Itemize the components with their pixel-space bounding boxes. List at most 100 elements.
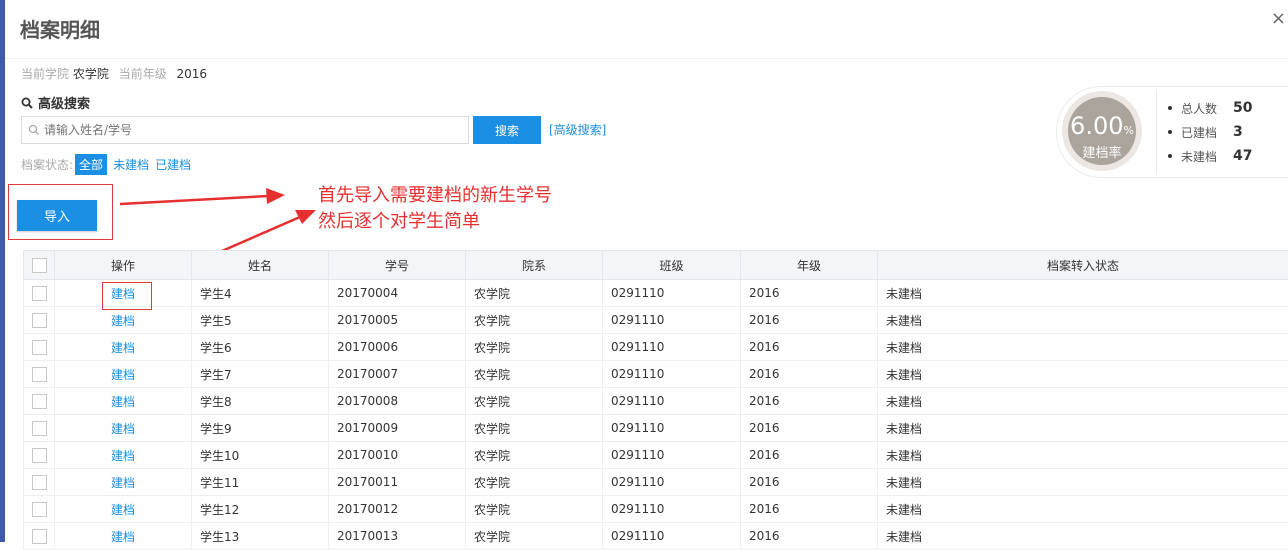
select-all-cell [24,251,55,280]
row-checkbox-cell [24,442,55,469]
stat-total-value: 50 [1233,100,1252,116]
row-checkbox[interactable] [32,286,47,301]
cell-archive-status: 未建档 [878,280,1288,307]
cell-grade: 2016 [741,280,878,307]
cell-archive-status: 未建档 [878,307,1288,334]
stat-unarchived-label: 未建档 [1181,148,1233,165]
annotation-highlight-archive [102,282,152,310]
student-table: 操作 姓名 学号 院系 班级 年级 档案转入状态 建档学生420170004农学… [23,250,1288,550]
column-header-archive-status: 档案转入状态 [878,251,1288,280]
action-cell: 建档 [55,388,192,415]
cell-grade: 2016 [741,334,878,361]
cell-class: 0291110 [603,415,741,442]
stat-archived: 已建档 3 [1168,120,1252,144]
action-cell: 建档 [55,307,192,334]
bullet-dot [1168,106,1172,110]
row-checkbox-cell [24,280,55,307]
annotation-line-1: 首先导入需要建档的新生学号 [318,183,552,209]
table-row: 建档学生1220170012农学院02911102016未建档 [24,496,1288,523]
table-row: 建档学生1120170011农学院02911102016未建档 [24,469,1288,496]
cell-student-id: 20170009 [329,415,466,442]
table-row: 建档学生720170007农学院02911102016未建档 [24,361,1288,388]
cell-department: 农学院 [466,361,603,388]
cell-archive-status: 未建档 [878,334,1288,361]
stats-list: 总人数 50 已建档 3 未建档 47 [1168,96,1252,168]
create-archive-link[interactable]: 建档 [111,422,135,436]
create-archive-link[interactable]: 建档 [111,503,135,517]
stat-total: 总人数 50 [1168,96,1252,120]
row-checkbox[interactable] [32,313,47,328]
row-checkbox[interactable] [32,529,47,544]
cell-class: 0291110 [603,361,741,388]
cell-department: 农学院 [466,307,603,334]
cell-class: 0291110 [603,469,741,496]
create-archive-link[interactable]: 建档 [111,449,135,463]
cell-department: 农学院 [466,280,603,307]
cell-archive-status: 未建档 [878,361,1288,388]
create-archive-link[interactable]: 建档 [111,341,135,355]
cell-grade: 2016 [741,361,878,388]
cell-department: 农学院 [466,469,603,496]
row-checkbox-cell [24,334,55,361]
cell-class: 0291110 [603,307,741,334]
cell-class: 0291110 [603,388,741,415]
cell-department: 农学院 [466,388,603,415]
cell-department: 农学院 [466,496,603,523]
action-cell: 建档 [55,496,192,523]
stat-unarchived: 未建档 47 [1168,144,1252,168]
cell-department: 农学院 [466,334,603,361]
rate-label: 建档率 [1068,146,1136,162]
cell-archive-status: 未建档 [878,388,1288,415]
cell-student-id: 20170004 [329,280,466,307]
cell-student-id: 20170007 [329,361,466,388]
cell-grade: 2016 [741,523,878,550]
action-cell: 建档 [55,469,192,496]
row-checkbox-cell [24,496,55,523]
rate-value-line: 6.00% [1068,113,1136,144]
cell-archive-status: 未建档 [878,523,1288,550]
cell-archive-status: 未建档 [878,415,1288,442]
create-archive-link[interactable]: 建档 [111,476,135,490]
action-cell: 建档 [55,415,192,442]
cell-name: 学生8 [192,388,329,415]
select-all-checkbox[interactable] [32,258,47,273]
row-checkbox[interactable] [32,475,47,490]
row-checkbox[interactable] [32,448,47,463]
row-checkbox[interactable] [32,421,47,436]
cell-student-id: 20170013 [329,523,466,550]
row-checkbox-cell [24,307,55,334]
create-archive-link[interactable]: 建档 [111,314,135,328]
cell-class: 0291110 [603,442,741,469]
row-checkbox[interactable] [32,367,47,382]
table-row: 建档学生420170004农学院02911102016未建档 [24,280,1288,307]
column-header-grade: 年级 [741,251,878,280]
create-archive-link[interactable]: 建档 [111,368,135,382]
cell-name: 学生9 [192,415,329,442]
create-archive-link[interactable]: 建档 [111,395,135,409]
table-row: 建档学生520170005农学院02911102016未建档 [24,307,1288,334]
cell-student-id: 20170011 [329,469,466,496]
column-header-action: 操作 [55,251,192,280]
cell-archive-status: 未建档 [878,442,1288,469]
cell-name: 学生11 [192,469,329,496]
cell-student-id: 20170005 [329,307,466,334]
column-header-class: 班级 [603,251,741,280]
cell-name: 学生6 [192,334,329,361]
row-checkbox-cell [24,523,55,550]
cell-student-id: 20170008 [329,388,466,415]
cell-archive-status: 未建档 [878,496,1288,523]
cell-grade: 2016 [741,307,878,334]
cell-class: 0291110 [603,523,741,550]
row-checkbox-cell [24,388,55,415]
row-checkbox-cell [24,415,55,442]
row-checkbox[interactable] [32,394,47,409]
cell-student-id: 20170012 [329,496,466,523]
action-cell: 建档 [55,361,192,388]
row-checkbox[interactable] [32,340,47,355]
cell-name: 学生10 [192,442,329,469]
row-checkbox-cell [24,361,55,388]
cell-grade: 2016 [741,415,878,442]
row-checkbox[interactable] [32,502,47,517]
create-archive-link[interactable]: 建档 [111,530,135,544]
annotation-line-2: 然后逐个对学生简单 [318,209,552,235]
